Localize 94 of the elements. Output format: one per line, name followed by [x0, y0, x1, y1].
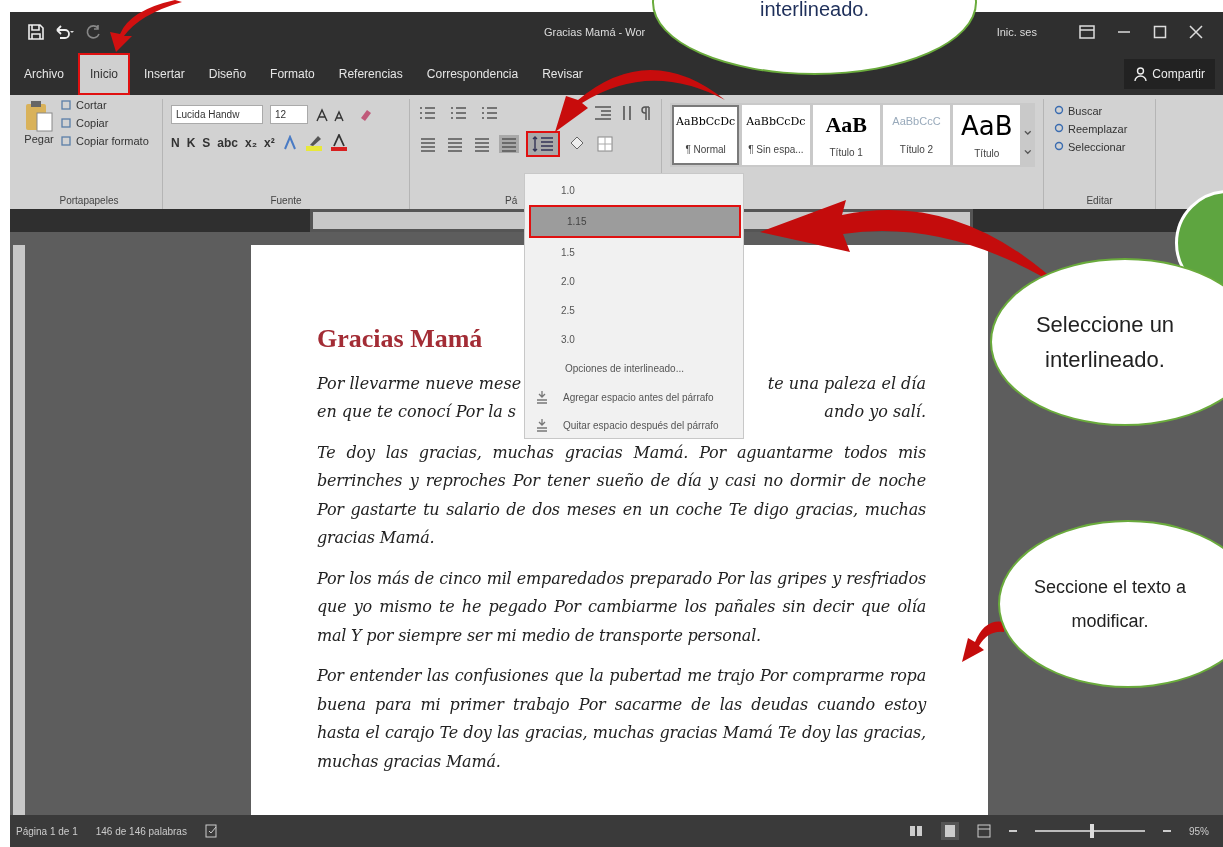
editing-icon [1052, 105, 1064, 117]
clipboard-command[interactable]: Copiar formato [76, 135, 149, 147]
ribbon-tab[interactable]: Inicio [78, 52, 131, 95]
borders-icon[interactable] [596, 135, 614, 153]
clipboard-action-icon [60, 117, 72, 129]
text-effects-icon[interactable] [281, 135, 298, 151]
sign-in-link[interactable]: Inic. ses [996, 26, 1037, 38]
paragraph: Te doy las gracias, muchas gracias Mamá. Por aguantarme todos mis berrinches y reproches Por tener sueño de día y casi no dormir de noche Por gastarte tu salario de dos meses en un coche Te digo gracias, muchas gracias Mamá. [317, 441, 926, 549]
callout-text: Seleccione un interlineado. [1034, 310, 1176, 374]
align-icon[interactable] [445, 135, 465, 153]
font-size-field[interactable]: 12 [270, 105, 308, 124]
zoom-slider-thumb[interactable] [1090, 824, 1094, 838]
style-tile[interactable]: AaBbCcDc ¶ Normal [672, 105, 740, 165]
paragraph-fragment: Por llevarme nueve mese [317, 372, 522, 395]
format-button[interactable]: abc [217, 136, 239, 150]
spacing-option[interactable]: 1.15 [529, 205, 741, 238]
paragraph: Por los más de cinco mil emparedados preparado Por las gripes y resfriados que yo mismo te he pegado Por cambiarme los pañales sin decir que olía mal Y por siempre ser mi medio de transporte personal. [317, 567, 926, 647]
style-tile[interactable]: AaBbCcC Título 2 [882, 105, 951, 165]
read-mode-icon[interactable] [909, 824, 923, 838]
ribbon-tab[interactable]: Diseño [198, 54, 257, 93]
format-button[interactable]: S [202, 136, 211, 150]
zoom-level[interactable]: 95% [1189, 825, 1209, 837]
spacing-action[interactable]: Quitar espacio después del párrafo [563, 419, 719, 431]
ribbon-tab[interactable]: Formato [260, 54, 325, 93]
ribbon-tab[interactable]: Referencias [328, 54, 413, 93]
font-color-icon[interactable] [329, 134, 348, 152]
highlighter-icon[interactable] [304, 134, 323, 152]
font-name-field[interactable]: Lucida Handw [171, 105, 263, 124]
group-label: Fuente [269, 195, 303, 208]
redo-icon[interactable] [86, 24, 102, 40]
spacing-option[interactable]: 3.0 [525, 325, 743, 354]
spacing-action[interactable]: Agregar espacio antes del párrafo [563, 391, 714, 403]
group-label: Editar [1085, 195, 1114, 208]
align-icon[interactable] [472, 135, 492, 153]
share-button[interactable]: Compartir [1124, 58, 1215, 89]
window-title: Gracias Mamá - Wor [544, 26, 647, 38]
proofing-icon[interactable] [204, 824, 219, 838]
line-spacing-icon [531, 135, 555, 153]
paste-label[interactable]: Pegar [24, 133, 54, 145]
ribbon-tab[interactable]: Archivo [14, 54, 74, 93]
page-count[interactable]: Página 1 de 1 [16, 825, 78, 837]
paragraph-fragment: te una paleza el día [767, 372, 926, 395]
clipboard-command[interactable]: Cortar [76, 99, 107, 111]
style-tile[interactable]: AaBbCcDc ¶ Sin espa... [742, 105, 810, 165]
ribbon-tab[interactable]: Correspondencia [416, 54, 529, 93]
paragraph-fragment: en que te conocí Por la s [317, 401, 517, 423]
spacing-option[interactable]: 1.5 [525, 238, 743, 267]
spacing-option[interactable]: 2.0 [525, 267, 743, 296]
paragraph-spacing-icon [535, 389, 549, 405]
format-button[interactable]: x² [264, 136, 275, 150]
ribbon-display-icon[interactable] [1079, 25, 1095, 39]
eraser-icon[interactable] [358, 107, 372, 122]
format-button[interactable]: K [186, 136, 196, 150]
paragraph-spacing-icon [535, 417, 549, 433]
print-layout-icon[interactable] [941, 822, 959, 840]
editing-icon [1052, 141, 1064, 153]
web-layout-icon[interactable] [977, 824, 991, 838]
align-icon[interactable] [499, 135, 519, 153]
editing-command[interactable]: Buscar [1068, 105, 1103, 117]
clipboard-icon[interactable] [24, 99, 54, 133]
word-count[interactable]: 146 de 146 palabras [95, 825, 187, 837]
curved-arrow [110, 0, 182, 52]
ribbon-tab[interactable]: Revisar [532, 54, 593, 93]
format-button[interactable]: N [171, 136, 180, 150]
paragraph-fragment: ando yo salí. [824, 401, 926, 423]
clipboard-action-icon [60, 99, 72, 111]
save-icon[interactable] [28, 24, 44, 40]
ribbon-tab[interactable]: Insertar [134, 54, 195, 93]
undo-icon[interactable] [54, 24, 76, 40]
align-icon[interactable] [418, 135, 438, 153]
close-icon[interactable] [1189, 25, 1203, 39]
document-title: Gracias Mamá [317, 325, 483, 354]
maximize-icon[interactable] [1153, 25, 1167, 39]
callout-text: Seccione el texto a modificar. [1032, 575, 1188, 633]
style-tile[interactable]: AaB Título 1 [812, 105, 880, 165]
paragraph: Por entender las confusiones que la pubertad me trajo Por comprarme ropa buena para mi primer trabajo Por sacarme de las deudas cuando estoy hasta el carajo Te doy las gracias, muchas gracias Mamá Te doy las gracias, muchas gracias Mamá. [317, 665, 926, 773]
format-button[interactable]: x₂ [245, 136, 258, 150]
group-label: Pá [504, 195, 519, 208]
indent-icon[interactable] [593, 105, 613, 121]
spacing-options-item[interactable]: Opciones de interlineado... [525, 354, 743, 383]
group-label: Portapapeles [58, 195, 120, 208]
clipboard-action-icon [60, 135, 72, 147]
editing-icon [1052, 123, 1064, 135]
curved-arrow [962, 621, 1004, 662]
callout-text: interlineado. [759, 0, 870, 22]
spacing-option[interactable]: 1.0 [525, 176, 743, 205]
pilcrow-icon[interactable] [641, 105, 651, 121]
line-spacing-button[interactable] [526, 131, 560, 157]
style-tile[interactable]: AaB Título [953, 105, 1021, 165]
person-icon [1134, 66, 1148, 81]
clipboard-command[interactable]: Copiar [76, 117, 109, 129]
editing-command[interactable]: Reemplazar [1068, 123, 1128, 135]
editing-command[interactable]: Seleccionar [1068, 141, 1126, 153]
spacing-option[interactable]: 2.5 [525, 296, 743, 325]
